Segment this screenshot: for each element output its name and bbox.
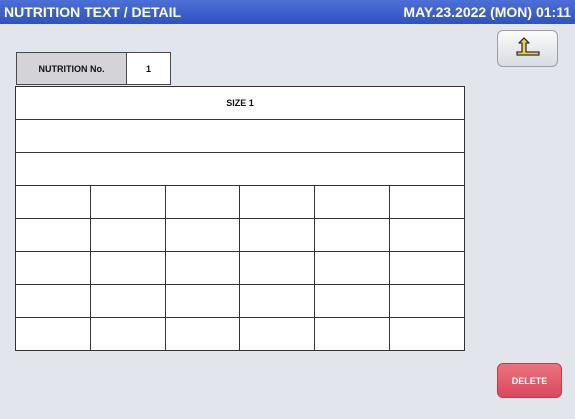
title-bar: NUTRITION TEXT / DETAIL MAY.23.2022 (MON… (0, 0, 575, 24)
table-row (15, 251, 465, 285)
table-row (15, 317, 465, 351)
page-title: NUTRITION TEXT / DETAIL (4, 4, 182, 20)
text-row-cell[interactable] (15, 152, 465, 186)
return-arrow-icon (516, 37, 540, 56)
table-row (15, 185, 465, 219)
table-cell[interactable] (164, 251, 241, 285)
delete-button[interactable]: DELETE (497, 363, 562, 398)
table-row (15, 284, 465, 318)
table-cell[interactable] (239, 185, 316, 219)
table-cell[interactable] (15, 317, 91, 351)
table-cell[interactable] (89, 317, 166, 351)
table-cell[interactable] (314, 317, 391, 351)
table-cell[interactable] (389, 185, 465, 219)
table-cell[interactable] (89, 251, 166, 285)
table-cell[interactable] (314, 251, 391, 285)
table-cell[interactable] (389, 251, 465, 285)
text-row-cell[interactable] (15, 119, 465, 153)
nutrition-table: SIZE 1 (15, 86, 465, 351)
table-cell[interactable] (239, 251, 316, 285)
table-row: SIZE 1 (15, 86, 465, 120)
table-row (15, 119, 465, 153)
table-cell[interactable] (314, 185, 391, 219)
table-cell[interactable] (89, 185, 166, 219)
table-cell[interactable] (389, 317, 465, 351)
table-cell[interactable] (239, 284, 316, 318)
table-cell[interactable] (164, 317, 241, 351)
table-cell[interactable] (314, 284, 391, 318)
table-cell[interactable] (164, 185, 241, 219)
table-cell[interactable] (15, 185, 91, 219)
table-row (15, 218, 465, 252)
nutrition-number-field[interactable]: 1 (126, 52, 171, 85)
table-cell[interactable] (15, 284, 91, 318)
table-cell[interactable] (239, 317, 316, 351)
table-cell[interactable] (389, 218, 465, 252)
table-cell[interactable] (89, 218, 166, 252)
table-cell[interactable] (15, 251, 91, 285)
back-button[interactable] (497, 30, 558, 67)
table-cell[interactable] (389, 284, 465, 318)
table-cell[interactable] (89, 284, 166, 318)
date-time: MAY.23.2022 (MON) 01:11 (403, 4, 571, 20)
table-cell[interactable] (239, 218, 316, 252)
table-cell[interactable] (164, 218, 241, 252)
nutrition-number-label: NUTRITION No. (16, 52, 127, 85)
table-cell[interactable] (164, 284, 241, 318)
table-cell[interactable] (15, 218, 91, 252)
table-row (15, 152, 465, 186)
size-header-cell[interactable]: SIZE 1 (15, 86, 465, 120)
table-cell[interactable] (314, 218, 391, 252)
